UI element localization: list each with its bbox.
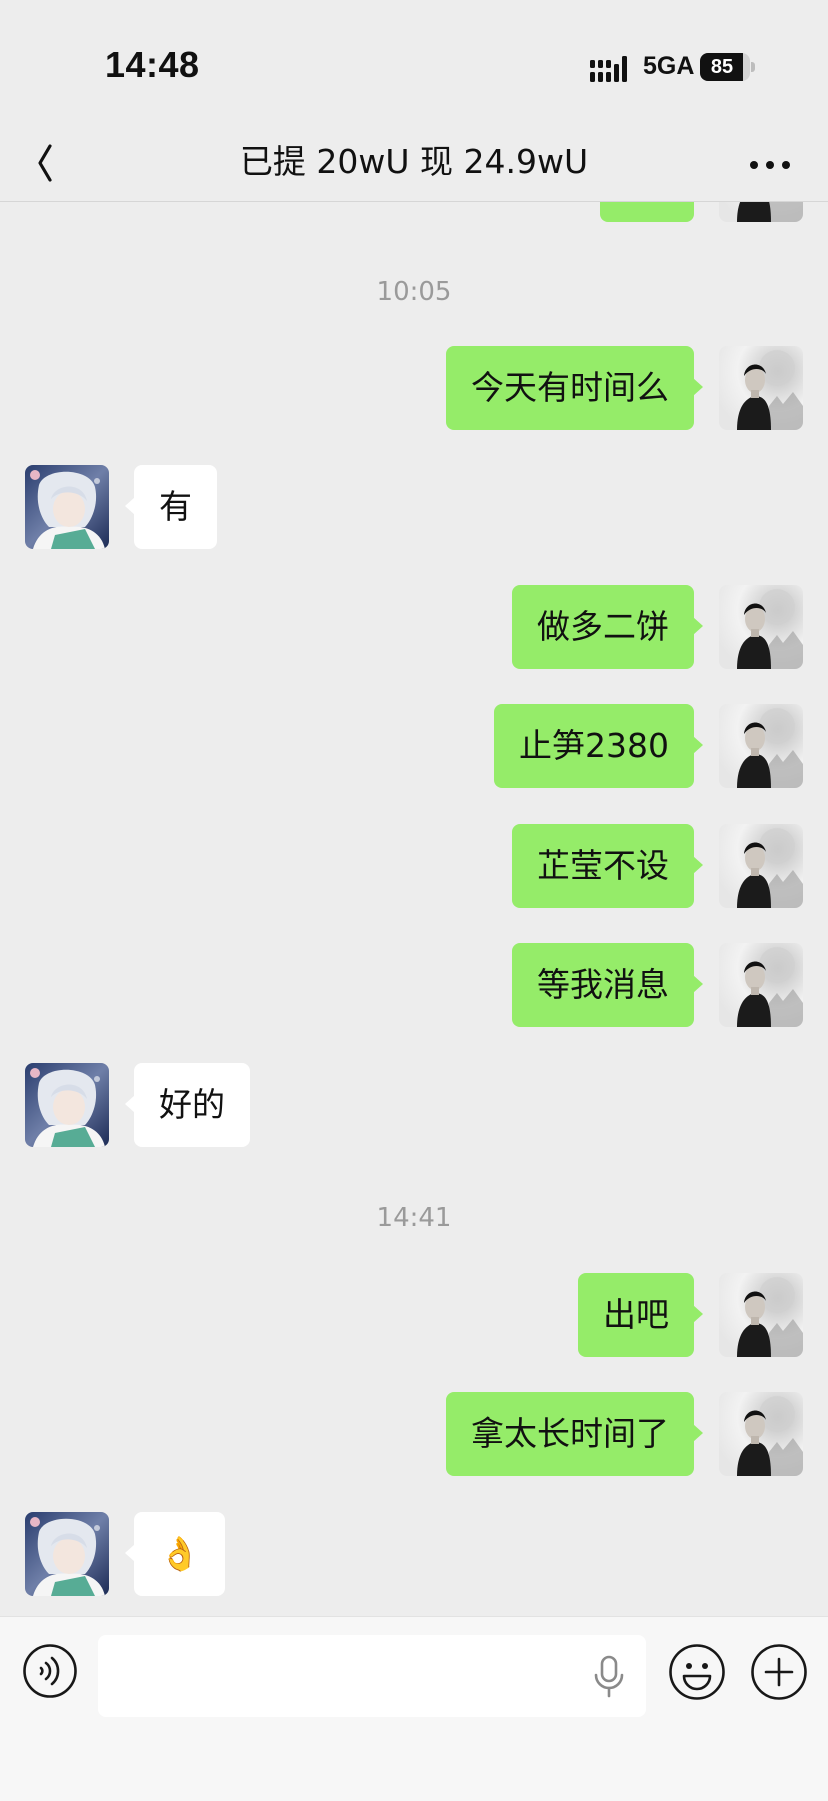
battery-icon: 85 — [700, 53, 756, 81]
add-button[interactable] — [750, 1643, 808, 1701]
status-bar: 14:48 5GA 85 — [0, 0, 828, 124]
my-avatar[interactable] — [719, 704, 803, 788]
contact-avatar[interactable] — [25, 1512, 109, 1596]
voice-mode-button[interactable] — [22, 1643, 78, 1699]
chat-area[interactable]: 10:05 今天有时间么 有 做多二饼 止笋2380 芷莹不设 等我消息 好的 … — [0, 202, 828, 1616]
message-bubble-incoming[interactable]: 有 — [125, 465, 217, 549]
message-bubble-outgoing[interactable]: 今天有时间么 — [446, 346, 703, 430]
my-avatar[interactable] — [719, 824, 803, 908]
contact-avatar[interactable] — [25, 465, 109, 549]
chat-title: 已提 20wU 现 24.9wU — [239, 142, 589, 181]
emoji-button[interactable] — [668, 1643, 726, 1701]
timestamp: 14:41 — [376, 1203, 452, 1233]
my-avatar[interactable] — [719, 943, 803, 1027]
ellipsis-icon — [750, 161, 790, 169]
message-bubble-outgoing[interactable]: 做多二饼 — [512, 585, 703, 669]
message-bubble-outgoing[interactable]: 拿太长时间了 — [446, 1392, 703, 1476]
message-input[interactable] — [98, 1635, 646, 1717]
input-bar — [0, 1616, 828, 1801]
chevron-left-icon — [38, 144, 52, 182]
back-button[interactable] — [30, 136, 80, 190]
plus-icon — [751, 1644, 807, 1700]
message-bubble-outgoing-partial[interactable] — [600, 202, 694, 222]
message-bubble-outgoing[interactable]: 等我消息 — [512, 943, 703, 1027]
voice-mode-icon — [23, 1644, 77, 1698]
message-bubble-outgoing[interactable]: 芷莹不设 — [512, 824, 703, 908]
contact-avatar[interactable] — [25, 1063, 109, 1147]
my-avatar[interactable] — [719, 1392, 803, 1476]
network-type: 5GA — [643, 52, 695, 80]
timestamp: 10:05 — [376, 277, 452, 307]
microphone-icon[interactable] — [592, 1655, 626, 1699]
my-avatar[interactable] — [719, 1273, 803, 1357]
my-avatar[interactable] — [719, 585, 803, 669]
battery-level: 85 — [710, 56, 734, 78]
my-avatar[interactable] — [719, 202, 803, 222]
signal-strength-icon — [590, 56, 627, 82]
message-bubble-incoming[interactable]: 好的 — [125, 1063, 250, 1147]
emoji-icon — [669, 1644, 725, 1700]
message-bubble-outgoing[interactable]: 出吧 — [578, 1273, 703, 1357]
more-button[interactable] — [740, 136, 800, 190]
message-bubble-incoming[interactable]: 👌 — [124, 1512, 226, 1596]
my-avatar[interactable] — [719, 346, 803, 430]
message-bubble-outgoing[interactable]: 止笋2380 — [494, 704, 703, 788]
nav-bar: 已提 20wU 现 24.9wU — [0, 124, 828, 202]
status-time: 14:48 — [105, 44, 200, 85]
